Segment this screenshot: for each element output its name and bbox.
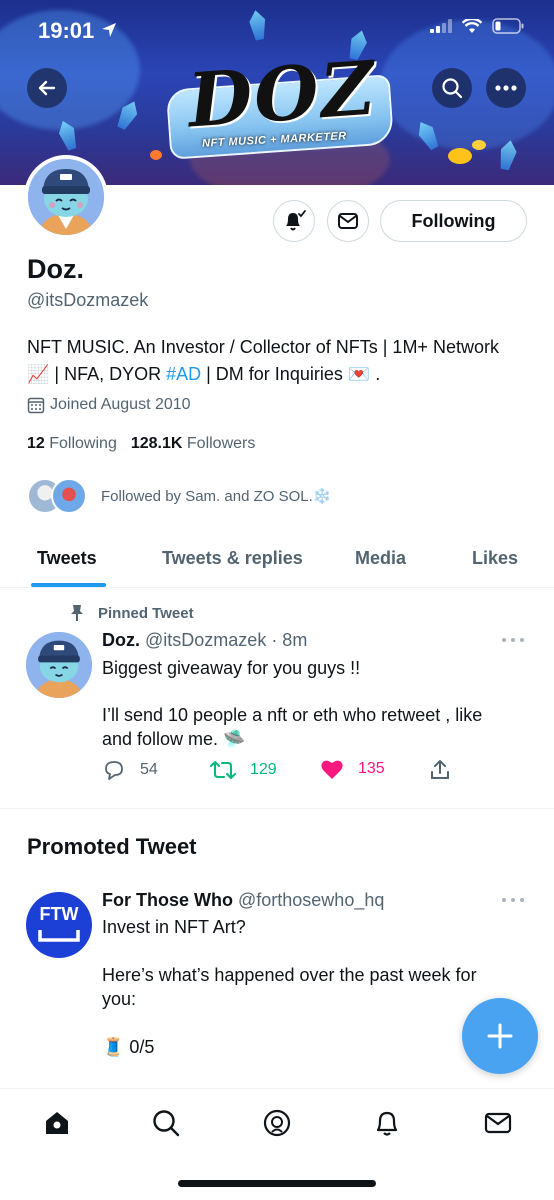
avatar-illustration [26, 632, 92, 698]
profile-name: Doz. [27, 254, 84, 284]
bio-line-1: NFT MUSIC. An Investor / Collector of NF… [27, 337, 499, 357]
plus-icon [487, 1023, 513, 1049]
message-button[interactable] [327, 200, 369, 242]
home-icon [46, 1112, 68, 1134]
tweet-author-name[interactable]: Doz. [102, 630, 140, 650]
tweet-actions: 54 129 135 [102, 758, 462, 786]
profile-tabs: Tweets Tweets & replies Media Likes [0, 530, 554, 588]
more-dots-icon [495, 85, 517, 91]
profile-avatar[interactable] [24, 155, 108, 239]
retweet-count: 129 [250, 761, 277, 778]
tab-tweets[interactable]: Tweets [37, 548, 97, 569]
followers-count-link[interactable]: 128.1K Followers [131, 435, 256, 453]
ftw-bracket-icon [38, 930, 80, 942]
joined-date: Joined August 2010 [27, 396, 191, 414]
arrow-left-icon [38, 80, 56, 96]
promoted-header: For Those Who @forthosewho_hq [102, 890, 384, 911]
profile-banner[interactable]: DOZ NFT MUSIC + MARKETER 19:01 [0, 0, 554, 185]
search-icon [442, 78, 463, 99]
bio-hashtag-link[interactable]: #AD [166, 364, 201, 384]
tab-media[interactable]: Media [355, 548, 406, 569]
reply-icon [105, 761, 123, 780]
share-icon [431, 760, 449, 779]
follow-counts: 12 Following 128.1K Followers [27, 435, 255, 453]
profile-handle: @itsDozmazek [27, 290, 149, 310]
promoted-tweet-heading: Promoted Tweet [27, 834, 197, 859]
like-count: 135 [358, 760, 385, 777]
like-button[interactable]: 135 [320, 758, 385, 780]
nav-messages[interactable] [482, 1107, 514, 1139]
retweet-icon [210, 761, 236, 779]
calendar-icon [27, 397, 45, 414]
nav-spaces[interactable] [261, 1107, 293, 1139]
follower-avatar [51, 478, 87, 514]
pinned-label: Pinned Tweet [70, 604, 194, 622]
signal-icon [430, 19, 452, 33]
tweet-avatar[interactable] [26, 632, 92, 698]
envelope-icon [338, 213, 358, 229]
promoted-avatar[interactable]: FTW [26, 892, 92, 958]
profile-bio: NFT MUSIC. An Investor / Collector of NF… [27, 334, 532, 388]
status-indicators [430, 18, 524, 34]
location-arrow-icon [102, 23, 117, 37]
share-button[interactable] [428, 758, 452, 782]
avatar-illustration [28, 159, 104, 235]
notifications-icon [376, 1111, 398, 1136]
active-tab-indicator [31, 583, 106, 587]
promoted-author-name[interactable]: For Those Who [102, 890, 233, 910]
followed-by-text: Followed by Sam. and ZO SOL.❄️ [101, 488, 332, 505]
followed-by[interactable]: Followed by Sam. and ZO SOL.❄️ [27, 478, 331, 514]
battery-icon [492, 18, 524, 34]
nav-notifications[interactable] [371, 1107, 403, 1139]
home-indicator[interactable] [178, 1180, 376, 1187]
promoted-more-button[interactable] [502, 898, 524, 904]
promoted-text-line-1: Invest in NFT Art? [102, 917, 246, 937]
tab-tweets-replies[interactable]: Tweets & replies [162, 548, 303, 569]
tweet-header: Doz. @itsDozmazek · 8m [102, 630, 307, 651]
back-button[interactable] [27, 68, 67, 108]
reply-button[interactable]: 54 [102, 758, 158, 782]
pin-icon [71, 605, 83, 621]
heart-filled-icon [321, 760, 343, 779]
tweet-text-line-2: I’ll send 10 people a nft or eth who ret… [102, 705, 483, 749]
notifications-toggle-button[interactable] [273, 200, 315, 242]
promoted-handle: @forthosewho_hq [238, 890, 385, 910]
banner-logo-text: DOZ [185, 45, 380, 145]
search-profile-button[interactable] [432, 68, 472, 108]
wifi-icon [462, 18, 482, 33]
divider [0, 808, 554, 809]
tweet-text-line-1: Biggest giveaway for you guys !! [102, 658, 361, 678]
status-time: 19:01 [38, 18, 118, 44]
search-icon [153, 1110, 180, 1137]
bio-line-2b: | DM for Inquiries 💌 . [201, 364, 381, 384]
banner-logo: DOZ NFT MUSIC + MARKETER [165, 46, 395, 160]
compose-tweet-button[interactable] [462, 998, 538, 1074]
promoted-text-line-3: 🧵 0/5 [102, 1037, 155, 1057]
tweet-meta: @itsDozmazek · 8m [145, 630, 308, 650]
joined-text: Joined August 2010 [50, 396, 191, 413]
nav-search[interactable] [150, 1107, 182, 1139]
messages-icon [484, 1112, 512, 1134]
tweet-more-button[interactable] [502, 638, 524, 644]
following-count-link[interactable]: 12 Following [27, 435, 117, 453]
bell-check-icon [286, 210, 306, 231]
bio-line-2a: 📈 | NFA, DYOR [27, 364, 167, 384]
promoted-text-line-2: Here’s what’s happened over the past wee… [102, 965, 477, 1009]
following-button[interactable]: Following [380, 200, 527, 242]
reply-count: 54 [140, 761, 158, 778]
tab-likes[interactable]: Likes [472, 548, 518, 569]
retweet-button[interactable]: 129 [210, 758, 277, 782]
nav-home[interactable] [41, 1107, 73, 1139]
spaces-icon [263, 1109, 291, 1137]
more-options-button[interactable] [486, 68, 526, 108]
